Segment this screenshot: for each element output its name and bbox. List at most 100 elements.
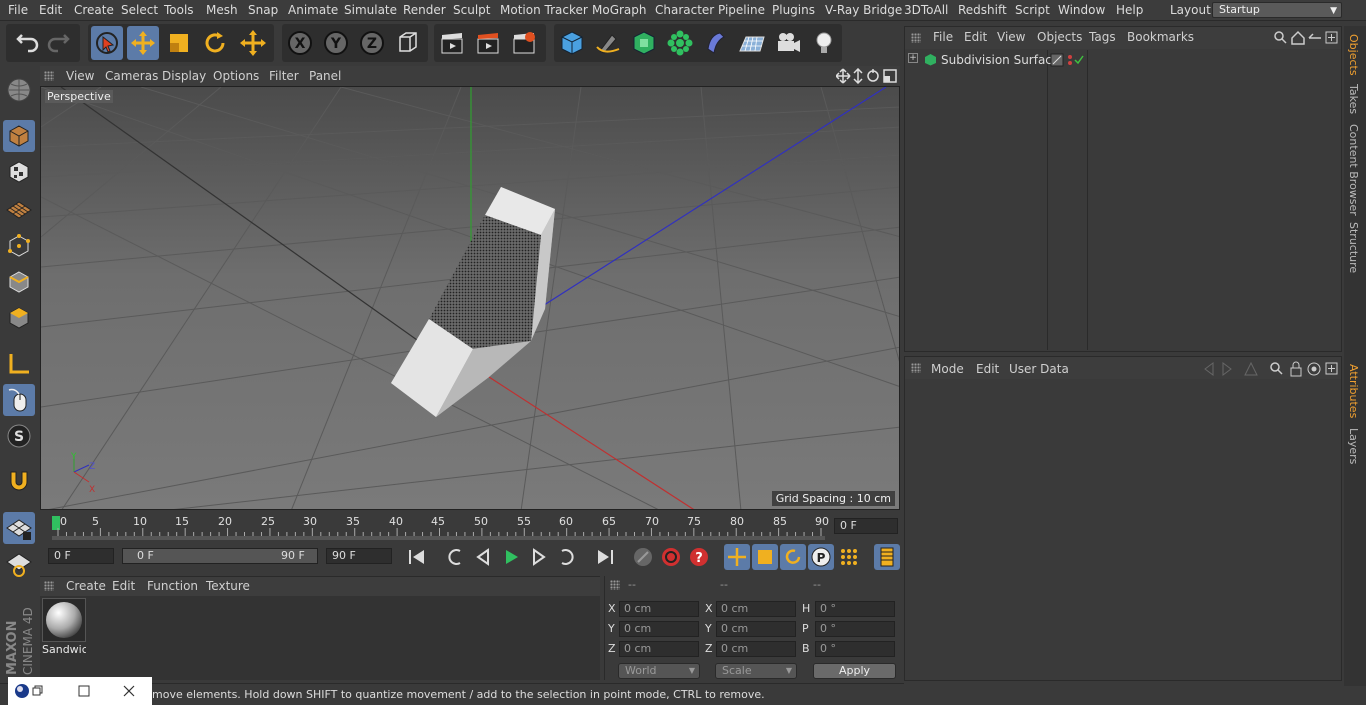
- tab-content-browser[interactable]: Content Browser: [1347, 124, 1360, 216]
- deformer-button[interactable]: [700, 26, 732, 60]
- tab-attributes[interactable]: Attributes: [1347, 364, 1360, 418]
- restore-icon[interactable]: [32, 685, 44, 697]
- size-mode-dropdown[interactable]: Scale ▼: [715, 663, 797, 679]
- attributes-menu-mode[interactable]: Mode: [931, 362, 964, 376]
- objects-menu-tags[interactable]: Tags: [1089, 30, 1116, 44]
- camera-label[interactable]: Perspective: [45, 90, 113, 103]
- current-frame-field[interactable]: 0 F: [834, 518, 898, 534]
- viewport-nav-icons[interactable]: [836, 68, 898, 84]
- objects-menu-view[interactable]: View: [997, 30, 1025, 44]
- menu-plugins[interactable]: Plugins: [772, 3, 815, 17]
- preview-range-slider[interactable]: 0 F 90 F: [122, 548, 318, 564]
- cloner-button[interactable]: [664, 26, 696, 60]
- attribute-manager-nav-icons[interactable]: [1201, 360, 1339, 378]
- menu-select[interactable]: Select: [121, 3, 158, 17]
- object-flags[interactable]: [1050, 53, 1086, 67]
- position-y-field[interactable]: 0 cm: [619, 621, 699, 637]
- menu-render[interactable]: Render: [403, 3, 446, 17]
- go-to-end-button[interactable]: [592, 544, 618, 570]
- menu-script[interactable]: Script: [1015, 3, 1050, 17]
- key-parameter-button[interactable]: P: [808, 544, 834, 570]
- coordinate-system-button[interactable]: [392, 26, 424, 60]
- material-menu-create[interactable]: Create: [66, 579, 106, 593]
- attributes-menu-user-data[interactable]: User Data: [1009, 362, 1069, 376]
- x-axis-lock-button[interactable]: X: [284, 26, 316, 60]
- apply-button[interactable]: Apply: [813, 663, 896, 679]
- transform-tool-button[interactable]: [237, 26, 269, 60]
- material-menu-function[interactable]: Function: [147, 579, 198, 593]
- menu-file[interactable]: File: [8, 3, 28, 17]
- viewport-menu-options[interactable]: Options: [213, 69, 259, 83]
- autokey-button[interactable]: ?: [686, 544, 712, 570]
- position-x-field[interactable]: 0 cm: [619, 601, 699, 617]
- menu-simulate[interactable]: Simulate: [344, 3, 397, 17]
- tab-structure[interactable]: Structure: [1347, 222, 1360, 273]
- key-rotation-button[interactable]: [780, 544, 806, 570]
- rotation-b-field[interactable]: 0 °: [815, 641, 895, 657]
- objects-menu-bookmarks[interactable]: Bookmarks: [1127, 30, 1194, 44]
- tweak-mode-button[interactable]: [3, 384, 35, 416]
- pen-spline-button[interactable]: [592, 26, 624, 60]
- previous-frame-button[interactable]: [470, 544, 496, 570]
- live-selection-button[interactable]: [91, 26, 123, 60]
- axis-mode-button[interactable]: [3, 348, 35, 380]
- menu-window[interactable]: Window: [1058, 3, 1105, 17]
- object-row[interactable]: + Subdivision Surface: [906, 52, 1342, 70]
- model-mode-button[interactable]: [3, 120, 35, 152]
- camera-button[interactable]: [772, 26, 804, 60]
- rotation-h-field[interactable]: 0 °: [815, 601, 895, 617]
- size-y-field[interactable]: 0 cm: [716, 621, 796, 637]
- material-thumbnail[interactable]: [42, 598, 86, 642]
- undo-button[interactable]: [10, 26, 42, 60]
- solo-button[interactable]: S: [3, 420, 35, 452]
- menu-tools[interactable]: Tools: [164, 3, 194, 17]
- move-tool-button[interactable]: [127, 26, 159, 60]
- material-menu-texture[interactable]: Texture: [206, 579, 250, 593]
- play-button[interactable]: [498, 544, 524, 570]
- floor-button[interactable]: [736, 26, 768, 60]
- coordinate-space-dropdown[interactable]: World ▼: [618, 663, 700, 679]
- viewport-menu-cameras[interactable]: Cameras: [105, 69, 158, 83]
- material-name[interactable]: Sandwich: [42, 643, 86, 656]
- menu-redshift[interactable]: Redshift: [958, 3, 1007, 17]
- viewport-menu-display[interactable]: Display: [162, 69, 206, 83]
- cube-button[interactable]: [556, 26, 588, 60]
- viewport-menu-filter[interactable]: Filter: [269, 69, 299, 83]
- objects-menu-objects[interactable]: Objects: [1037, 30, 1082, 44]
- render-settings-button[interactable]: [508, 26, 540, 60]
- points-mode-button[interactable]: [3, 230, 35, 262]
- subdivision-surface-button[interactable]: [628, 26, 660, 60]
- menu-3dtoall[interactable]: 3DToAll: [904, 3, 948, 17]
- tab-objects[interactable]: Objects: [1347, 34, 1360, 76]
- key-position-button[interactable]: [724, 544, 750, 570]
- menu-sculpt[interactable]: Sculpt: [453, 3, 490, 17]
- snap-button[interactable]: [3, 466, 35, 498]
- menu-mesh[interactable]: Mesh: [206, 3, 238, 17]
- perspective-viewport[interactable]: Y Z X Perspective Grid Spacing : 10 cm: [40, 86, 900, 510]
- rotation-p-field[interactable]: 0 °: [815, 621, 895, 637]
- menu-motion-tracker[interactable]: Motion Tracker: [500, 3, 588, 17]
- end-frame-field[interactable]: 90 F: [326, 548, 392, 564]
- y-axis-lock-button[interactable]: Y: [320, 26, 352, 60]
- next-key-button[interactable]: [554, 544, 580, 570]
- edges-mode-button[interactable]: [3, 266, 35, 298]
- sandwich-object[interactable]: [391, 187, 555, 417]
- make-editable-button[interactable]: [3, 74, 35, 106]
- menu-animate[interactable]: Animate: [288, 3, 338, 17]
- menu-snap[interactable]: Snap: [248, 3, 278, 17]
- locked-workplane-button[interactable]: [3, 548, 35, 580]
- size-z-field[interactable]: 0 cm: [716, 641, 796, 657]
- objects-menu-file[interactable]: File: [933, 30, 953, 44]
- viewport-menu-panel[interactable]: Panel: [309, 69, 341, 83]
- maximize-icon[interactable]: [78, 685, 90, 697]
- workplane-mode-button[interactable]: [3, 192, 35, 224]
- record-disabled-button[interactable]: [630, 544, 656, 570]
- render-to-picture-viewer-button[interactable]: [472, 26, 504, 60]
- polygons-mode-button[interactable]: [3, 302, 35, 334]
- menu-pipeline[interactable]: Pipeline: [718, 3, 765, 17]
- rotate-tool-button[interactable]: [199, 26, 231, 60]
- scale-tool-button[interactable]: [163, 26, 195, 60]
- menu-help[interactable]: Help: [1116, 3, 1143, 17]
- previous-key-button[interactable]: [442, 544, 468, 570]
- key-scale-button[interactable]: [752, 544, 778, 570]
